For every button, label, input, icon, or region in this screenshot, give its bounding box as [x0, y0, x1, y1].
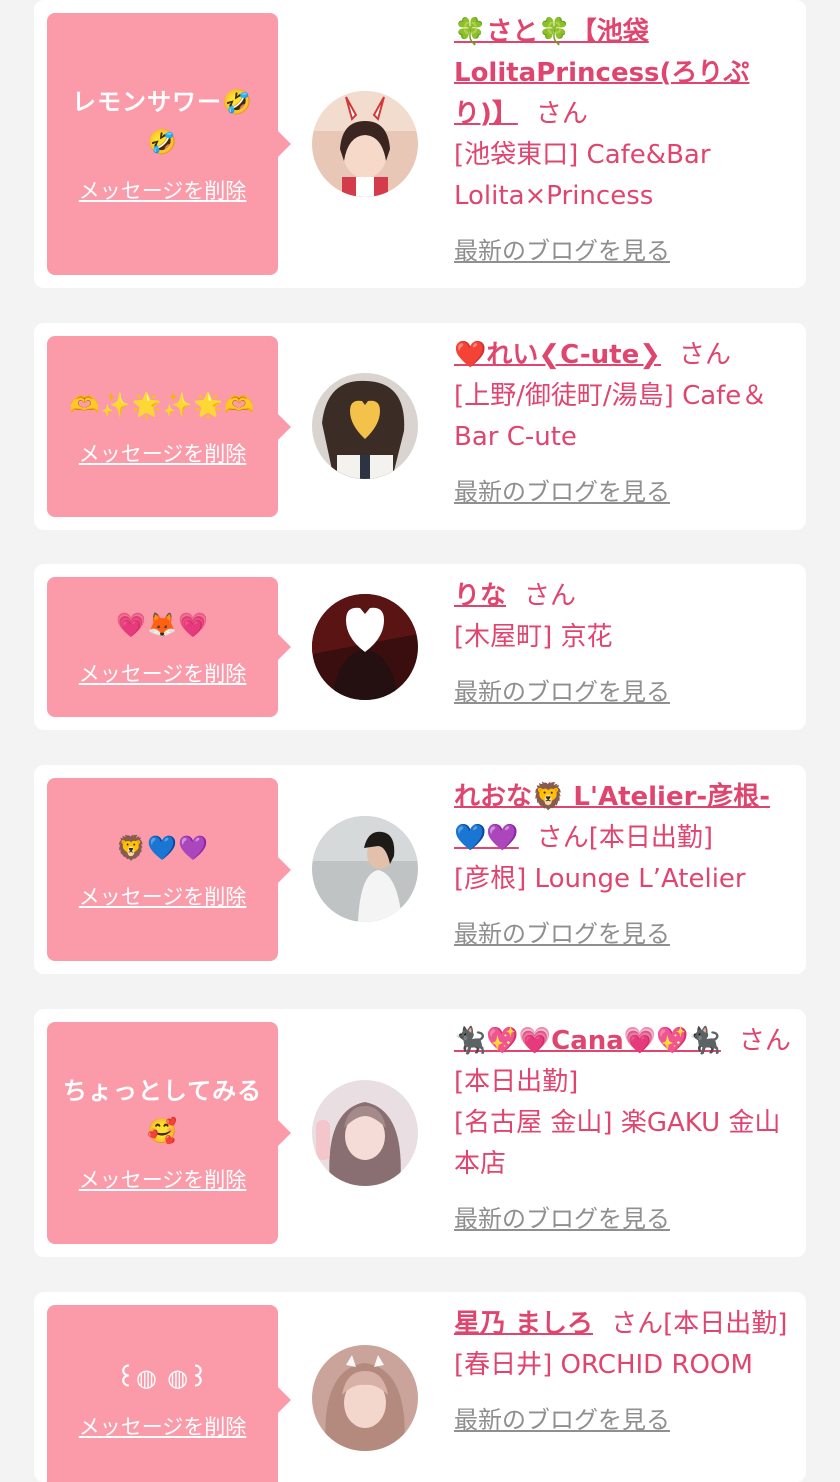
delete-message-link[interactable]: メッセージを削除	[79, 439, 247, 469]
message-bubble: 💗🦊💗 メッセージを削除	[47, 577, 291, 717]
cast-info: 🍀さと🍀【池袋LolitaPrincess(ろりぷり)】 さん [池袋東口] Ca…	[454, 12, 794, 272]
cast-name-link[interactable]: 🍀さと🍀【池袋LolitaPrincess(ろりぷり)】	[454, 17, 749, 129]
latest-blog-link[interactable]: 最新のブログを見る	[454, 1400, 670, 1441]
avatar[interactable]	[312, 816, 418, 922]
shop-label: [池袋東口] Cafe&Bar Lolita×Princess	[454, 140, 711, 211]
message-bubble: ちょっとしてみる🥰 メッセージを削除	[47, 1022, 291, 1244]
message-text: ꒰◍ ◍꒱	[116, 1364, 209, 1392]
name-suffix: さん	[679, 340, 732, 370]
name-suffix: さん	[524, 581, 577, 611]
avatar[interactable]	[312, 373, 418, 479]
delete-message-link[interactable]: メッセージを削除	[79, 1165, 247, 1195]
latest-blog-link[interactable]: 最新のブログを見る	[454, 472, 670, 513]
avatar[interactable]	[312, 1080, 418, 1186]
delete-message-link[interactable]: メッセージを削除	[79, 659, 247, 689]
cast-info: ❤️れい❮C-ute❯ さん [上野/御徒町/湯島] Cafe＆Bar C-ute…	[454, 335, 794, 513]
list-item: ꒰◍ ◍꒱ メッセージを削除 星乃 ましろ さん[本日出勤] [春日井] ORCH…	[34, 1292, 806, 1482]
cast-info: りな さん [木屋町] 京花 最新のブログを見る	[454, 576, 794, 713]
latest-blog-link[interactable]: 最新のブログを見る	[454, 1199, 670, 1240]
message-bubble: ꒰◍ ◍꒱ メッセージを削除	[47, 1305, 291, 1482]
shop-label: [春日井] ORCHID ROOM	[454, 1350, 753, 1380]
message-text: ちょっとしてみる🥰	[62, 1077, 263, 1145]
message-bubble: レモンサワー🤣🤣 メッセージを削除	[47, 13, 291, 275]
cast-name-link[interactable]: ❤️れい❮C-ute❯	[454, 340, 661, 370]
shop-label: [上野/御徒町/湯島] Cafe＆Bar C-ute	[454, 381, 768, 452]
cast-name-link[interactable]: 🐈‍⬛💖💗Cana💗💖🐈‍⬛	[454, 1026, 721, 1056]
name-suffix: さん[本日出勤]	[536, 823, 714, 853]
message-bubble: 🫶✨🌟✨🌟🫶 メッセージを削除	[47, 336, 291, 517]
shop-label: [名古屋 金山] 楽GAKU 金山本店	[454, 1108, 781, 1179]
message-text: 💗🦊💗	[116, 611, 209, 639]
list-item: 🫶✨🌟✨🌟🫶 メッセージを削除 ❤️れい❮C-ute❯ さん [上野/御徒町/湯島…	[34, 323, 806, 530]
cast-name-link[interactable]: 星乃 ましろ	[454, 1309, 593, 1339]
latest-blog-link[interactable]: 最新のブログを見る	[454, 672, 670, 713]
latest-blog-link[interactable]: 最新のブログを見る	[454, 914, 670, 955]
message-text: レモンサワー🤣🤣	[72, 88, 253, 156]
delete-message-link[interactable]: メッセージを削除	[79, 176, 247, 206]
delete-message-link[interactable]: メッセージを削除	[79, 882, 247, 912]
list-item: ちょっとしてみる🥰 メッセージを削除 🐈‍⬛💖💗Cana💗💖🐈‍⬛ さん[本日出勤…	[34, 1009, 806, 1257]
name-suffix: さん[本日出勤]	[611, 1309, 788, 1339]
latest-blog-link[interactable]: 最新のブログを見る	[454, 231, 670, 272]
cast-info: 星乃 ましろ さん[本日出勤] [春日井] ORCHID ROOM 最新のブログを…	[454, 1304, 794, 1441]
avatar[interactable]	[312, 91, 418, 197]
message-bubble: 🦁💙💜 メッセージを削除	[47, 778, 291, 961]
cast-name-link[interactable]: りな	[454, 581, 506, 611]
list-item: レモンサワー🤣🤣 メッセージを削除 🍀さと🍀【池袋LolitaPrincess(…	[34, 0, 806, 288]
message-text: 🦁💙💜	[116, 833, 209, 862]
cast-info: 🐈‍⬛💖💗Cana💗💖🐈‍⬛ さん[本日出勤] [名古屋 金山] 楽GAKU 金山…	[454, 1021, 794, 1240]
message-text: 🫶✨🌟✨🌟🫶	[69, 390, 256, 419]
shop-label: [彦根] Lounge L’Atelier	[454, 864, 746, 894]
list-item: 💗🦊💗 メッセージを削除 りな さん [木屋町] 京花 最新のブログを見る	[34, 564, 806, 730]
cast-info: れおな🦁 L'Atelier-彦根-💙💜 さん[本日出勤] [彦根] Lounge…	[454, 777, 794, 955]
list-item: 🦁💙💜 メッセージを削除 れおな🦁 L'Atelier-彦根-💙💜 さん[本日出勤…	[34, 765, 806, 974]
avatar[interactable]	[312, 1345, 418, 1451]
delete-message-link[interactable]: メッセージを削除	[79, 1412, 247, 1442]
shop-label: [木屋町] 京花	[454, 622, 613, 652]
message-list: レモンサワー🤣🤣 メッセージを削除 🍀さと🍀【池袋LolitaPrincess(…	[0, 0, 840, 1482]
avatar[interactable]	[312, 594, 418, 700]
name-suffix: さん	[535, 99, 588, 129]
